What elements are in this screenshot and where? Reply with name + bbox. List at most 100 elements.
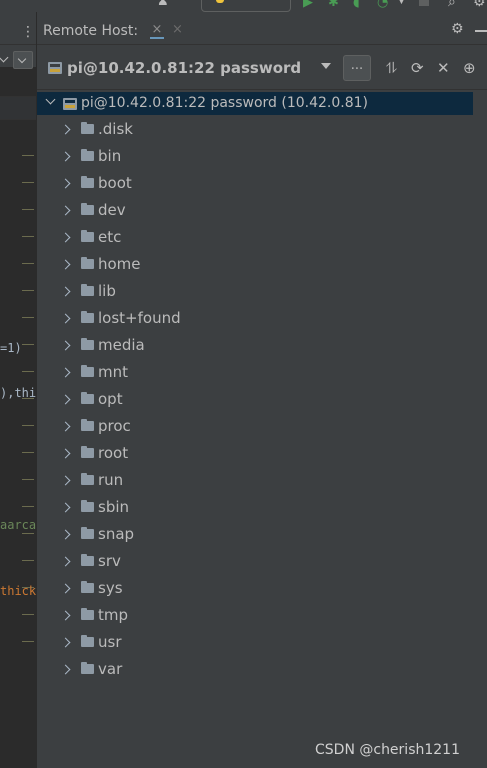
user-icon[interactable]: ♟	[157, 0, 169, 9]
tree-folder-row[interactable]: var	[37, 657, 473, 684]
gutter-marker	[22, 317, 34, 318]
gear-icon[interactable]: ⚙	[451, 21, 464, 37]
tree-folder-row[interactable]: bin	[37, 144, 473, 171]
gutter-marker	[22, 506, 34, 507]
browse-button[interactable]: ...	[343, 55, 371, 81]
folder-icon	[81, 662, 94, 674]
locate-icon[interactable]: ⊕	[463, 59, 476, 77]
tree-folder-row[interactable]: media	[37, 333, 473, 360]
close-tab-icon[interactable]: ×	[150, 22, 164, 39]
tree-scrollbar[interactable]	[473, 90, 487, 768]
close-tab-icon[interactable]: ×	[172, 22, 183, 37]
chevron-right-icon[interactable]	[60, 556, 71, 567]
server-select[interactable]: pi@10.42.0.81:22 password	[67, 59, 301, 77]
tree-folder-row[interactable]: usr	[37, 630, 473, 657]
chevron-right-icon[interactable]	[60, 124, 71, 135]
search-icon[interactable]: ⌕	[448, 0, 456, 10]
gutter-marker	[22, 263, 34, 264]
tree-folder-row[interactable]: .disk	[37, 117, 473, 144]
tree-folder-label: dev	[98, 201, 126, 219]
settings-icon[interactable]: ⚙	[473, 0, 486, 10]
tree-folder-row[interactable]: sbin	[37, 495, 473, 522]
watermark: CSDN @cherish1211	[315, 742, 460, 758]
sftp-server-icon	[63, 98, 77, 110]
tree-folder-row[interactable]: run	[37, 468, 473, 495]
folder-icon	[81, 500, 94, 512]
tree-folder-row[interactable]: home	[37, 252, 473, 279]
tree-folder-label: lib	[98, 282, 116, 300]
chevron-right-icon[interactable]	[60, 610, 71, 621]
tree-folder-label: bin	[98, 147, 122, 165]
app-window: ♟ main ▼ ▶ ✱ ◖ ◔ ▼ ⌕ ⚙	[0, 0, 487, 768]
code-fragment: thick	[0, 584, 37, 598]
panel-title: Remote Host:	[43, 23, 139, 39]
chevron-right-icon[interactable]	[60, 151, 71, 162]
tree-folder-row[interactable]: opt	[37, 387, 473, 414]
chevron-down-icon[interactable]	[321, 63, 331, 69]
tree-folder-row[interactable]: snap	[37, 522, 473, 549]
gutter-marker	[22, 425, 34, 426]
more-options-icon[interactable]: ⋮	[21, 24, 35, 40]
tree-folder-row[interactable]: srv	[37, 549, 473, 576]
tree-folder-label: .disk	[98, 120, 133, 138]
tree-folder-label: lost+found	[98, 309, 181, 327]
chevron-right-icon[interactable]	[60, 448, 71, 459]
chevron-right-icon[interactable]	[60, 664, 71, 675]
tree-folder-row[interactable]: etc	[37, 225, 473, 252]
tree-folder-row[interactable]: boot	[37, 171, 473, 198]
chevron-right-icon[interactable]	[60, 178, 71, 189]
chevron-down-icon[interactable]	[45, 94, 56, 105]
chevron-right-icon[interactable]	[60, 421, 71, 432]
refresh-icon[interactable]: ⟳	[411, 59, 424, 77]
tree-folder-row[interactable]: dev	[37, 198, 473, 225]
gutter-marker	[22, 182, 34, 183]
folder-icon	[81, 257, 94, 269]
coverage-icon[interactable]: ◖	[353, 0, 360, 10]
chevron-right-icon[interactable]	[60, 259, 71, 270]
server-selector-row: pi@10.42.0.81:22 password ... ⥮ ⟳ ✕ ⊕	[37, 45, 487, 90]
remote-host-panel-header: ⋮ Remote Host: × × ⚙	[21, 12, 487, 45]
folder-icon	[81, 365, 94, 377]
python-icon	[211, 0, 225, 3]
chevron-right-icon[interactable]	[60, 313, 71, 324]
run-icon[interactable]: ▶	[303, 0, 313, 10]
code-fragment: =1)	[0, 341, 22, 355]
gutter-marker	[22, 533, 34, 534]
tree-folder-label: etc	[98, 228, 122, 246]
tree-folder-row[interactable]: lib	[37, 279, 473, 306]
tree-folder-row[interactable]: lost+found	[37, 306, 473, 333]
folder-icon	[81, 338, 94, 350]
minimize-icon[interactable]	[475, 30, 487, 32]
profile-icon[interactable]: ◔	[377, 0, 388, 10]
chevron-right-icon[interactable]	[60, 205, 71, 216]
editor-dropdown[interactable]	[13, 51, 33, 69]
sftp-server-icon	[48, 62, 62, 74]
gutter-marker	[22, 371, 34, 372]
chevron-right-icon[interactable]	[60, 475, 71, 486]
branch-selector[interactable]: main ▼	[201, 0, 291, 12]
stop-icon[interactable]	[419, 0, 429, 6]
debug-icon[interactable]: ✱	[328, 0, 339, 10]
tree-root-row[interactable]: pi@10.42.0.81:22 password (10.42.0.81)	[37, 92, 473, 115]
chevron-right-icon[interactable]	[60, 367, 71, 378]
close-icon[interactable]: ✕	[437, 59, 450, 77]
tree-folder-row[interactable]: root	[37, 441, 473, 468]
tree-folder-row[interactable]: mnt	[37, 360, 473, 387]
collapse-icon[interactable]: ⥮	[386, 59, 397, 77]
gutter-marker	[22, 452, 34, 453]
tree-folder-label: sys	[98, 579, 123, 597]
tree-folder-row[interactable]: tmp	[37, 603, 473, 630]
chevron-right-icon[interactable]	[60, 340, 71, 351]
chevron-right-icon[interactable]	[60, 637, 71, 648]
branch-label: main	[232, 0, 264, 3]
chevron-right-icon[interactable]	[60, 583, 71, 594]
gutter-marker	[22, 290, 34, 291]
more-run-icon[interactable]: ▼	[398, 0, 405, 6]
tree-folder-row[interactable]: proc	[37, 414, 473, 441]
chevron-right-icon[interactable]	[60, 232, 71, 243]
chevron-right-icon[interactable]	[60, 502, 71, 513]
chevron-right-icon[interactable]	[60, 286, 71, 297]
chevron-right-icon[interactable]	[60, 394, 71, 405]
tree-folder-row[interactable]: sys	[37, 576, 473, 603]
chevron-right-icon[interactable]	[60, 529, 71, 540]
